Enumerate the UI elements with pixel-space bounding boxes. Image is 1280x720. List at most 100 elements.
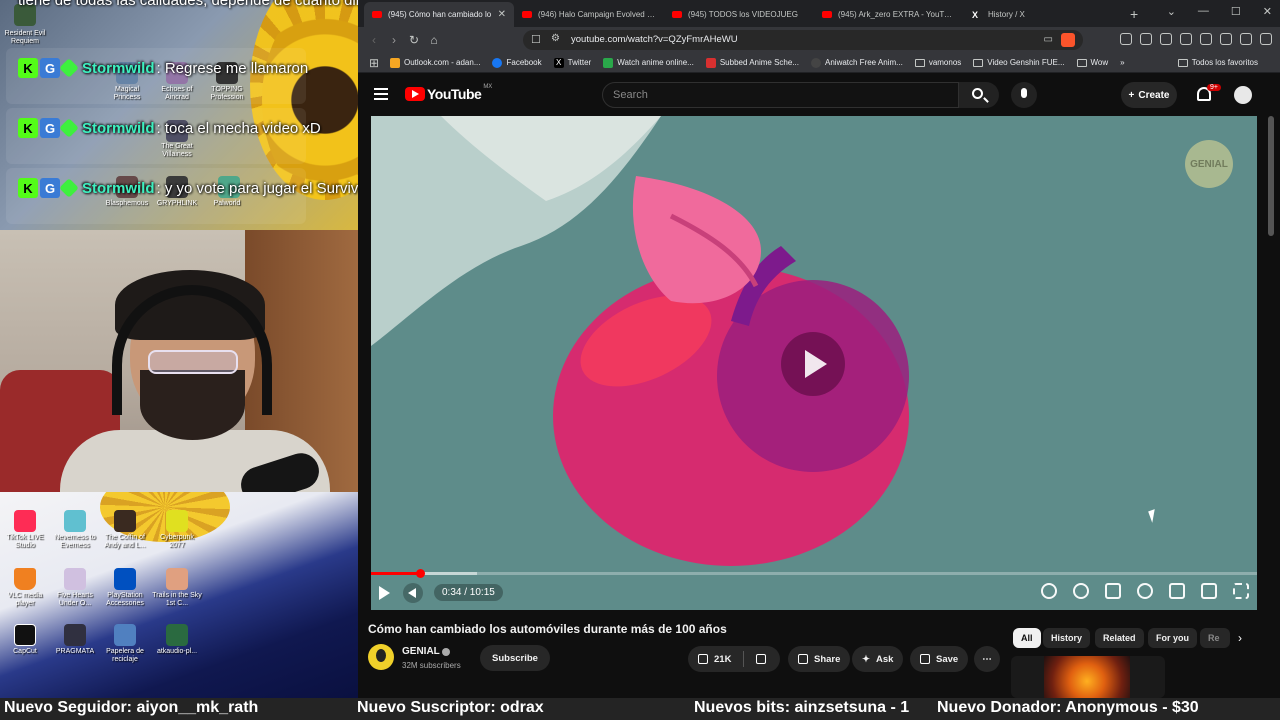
- tiktok-live-icon[interactable]: [14, 510, 36, 532]
- more-actions-icon[interactable]: ⋯: [974, 646, 1000, 672]
- bookmark-item[interactable]: Aniwatch Free Anim...: [811, 57, 903, 68]
- captions-icon[interactable]: [1105, 583, 1121, 599]
- channel-avatar[interactable]: [368, 644, 394, 670]
- menu-icon[interactable]: [1260, 33, 1272, 45]
- tab-youtube[interactable]: (946) Halo Campaign Evolved Es: [514, 2, 664, 27]
- puzzle-icon[interactable]: [1140, 33, 1152, 45]
- stream-overlay-panel: Resident Evil Requiem Magical Princess E…: [0, 0, 358, 698]
- hamburger-menu-icon[interactable]: [374, 88, 388, 103]
- recommended-video-thumbnail[interactable]: [1011, 656, 1165, 698]
- autoplay-toggle-icon[interactable]: [1073, 583, 1089, 599]
- bookmark-item[interactable]: X Twitter: [553, 57, 591, 68]
- thumbs-down-icon[interactable]: [756, 654, 767, 664]
- maximize-icon[interactable]: ☐: [1231, 5, 1241, 18]
- bookmark-folder[interactable]: vamonos: [914, 58, 961, 67]
- page-scrollbar[interactable]: [1268, 116, 1274, 236]
- apps-grid-icon[interactable]: ⊞: [366, 56, 382, 70]
- chip-all[interactable]: All: [1013, 628, 1041, 648]
- all-bookmarks-folder[interactable]: Todos los favoritos: [1177, 58, 1258, 67]
- desktop-icon[interactable]: [166, 510, 188, 532]
- tab-x[interactable]: X History / X: [964, 2, 1114, 27]
- search-button[interactable]: [959, 82, 999, 108]
- minimize-icon[interactable]: —: [1198, 5, 1209, 18]
- tab-title: (945) Cómo han cambiado lo: [388, 10, 492, 19]
- notification-count-badge: 9+: [1207, 84, 1221, 91]
- chip-related[interactable]: Related: [1095, 628, 1144, 648]
- channel-watermark[interactable]: GENIAL: [1185, 140, 1233, 188]
- chevron-right-icon[interactable]: ›: [1238, 631, 1242, 645]
- vpn-icon[interactable]: [1240, 33, 1252, 45]
- sidebar-icon[interactable]: [1180, 33, 1192, 45]
- create-button[interactable]: + Create: [1121, 82, 1177, 108]
- tab-list-icon[interactable]: ⌄: [1167, 5, 1176, 18]
- home-icon[interactable]: ⌂: [424, 33, 444, 47]
- chip-history[interactable]: History: [1043, 628, 1091, 648]
- vlc-icon[interactable]: [14, 568, 36, 590]
- subscribe-button[interactable]: Subscribe: [480, 645, 550, 671]
- bookmark-item[interactable]: Watch anime online...: [603, 57, 694, 68]
- chip-for-you[interactable]: For you: [1148, 628, 1197, 648]
- music-icon[interactable]: [1160, 33, 1172, 45]
- thumbs-up-icon[interactable]: [698, 654, 708, 664]
- chat-badges: K G Stormwild : Regrese me llamaron: [18, 58, 308, 78]
- tab-youtube-current[interactable]: (945) Cómo han cambiado lo ✕: [364, 2, 514, 27]
- cast-icon[interactable]: [1201, 583, 1217, 599]
- bookmark-label: Watch anime online...: [617, 58, 694, 67]
- bookmark-item[interactable]: Subbed Anime Sche...: [705, 57, 799, 68]
- miniplayer-icon[interactable]: [1169, 583, 1185, 599]
- play-icon[interactable]: [379, 586, 390, 600]
- progress-bar[interactable]: [371, 569, 1257, 578]
- voice-search-icon[interactable]: [1011, 82, 1037, 108]
- bookmark-item[interactable]: Outlook.com - adan...: [390, 57, 480, 68]
- video-player[interactable]: GENIAL: [371, 116, 1257, 610]
- play-overlay-icon[interactable]: [781, 332, 845, 396]
- settings-gear-icon[interactable]: [1137, 583, 1153, 599]
- tab-youtube[interactable]: (945) Ark_zero EXTRA - YouTube: [814, 2, 964, 27]
- address-bar[interactable]: ☐ ⚙ youtube.com/watch?v=QZyFmrAHeWU ▭: [523, 30, 1083, 50]
- search-input[interactable]: [613, 89, 913, 101]
- bookmarks-overflow[interactable]: »: [1120, 58, 1124, 67]
- capcut-icon[interactable]: [14, 624, 36, 646]
- close-icon[interactable]: ✕: [498, 9, 506, 20]
- desktop-icon[interactable]: [64, 510, 86, 532]
- bookmark-item[interactable]: Facebook: [492, 57, 542, 68]
- desktop-icon-label: Papelera de reciclaje: [106, 648, 144, 663]
- ad-block-shield-icon[interactable]: [1041, 583, 1057, 599]
- ask-button[interactable]: ✦ Ask: [852, 646, 904, 672]
- fullscreen-icon[interactable]: [1233, 583, 1249, 599]
- bookmark-label: Video Genshin FUE...: [987, 58, 1065, 67]
- back-icon[interactable]: ‹: [364, 33, 384, 47]
- wallet-icon[interactable]: [1200, 33, 1212, 45]
- extension-icon[interactable]: [1120, 33, 1132, 45]
- desktop-icon[interactable]: [64, 568, 86, 590]
- forward-icon[interactable]: ›: [384, 33, 404, 47]
- bookmark-folder[interactable]: Wow: [1076, 58, 1108, 67]
- recycle-bin-icon[interactable]: [114, 624, 136, 646]
- site-info-icon[interactable]: ⚙: [551, 33, 560, 44]
- desktop-icon[interactable]: [166, 568, 188, 590]
- chip-recent[interactable]: Re: [1200, 628, 1230, 648]
- desktop-icon[interactable]: [166, 624, 188, 646]
- channel-name[interactable]: GENIAL: [402, 646, 440, 657]
- save-button[interactable]: Save: [910, 646, 969, 672]
- bookmark-star-icon[interactable]: ☐: [531, 33, 541, 46]
- like-count[interactable]: 21K: [714, 654, 731, 665]
- cast-icon[interactable]: ▭: [1044, 34, 1053, 45]
- ai-icon[interactable]: [1220, 33, 1232, 45]
- progress-scrubber-handle[interactable]: [415, 569, 425, 578]
- desktop-icon[interactable]: [114, 510, 136, 532]
- reload-icon[interactable]: ↻: [404, 33, 424, 47]
- chat-message: K G Stormwild : toca el mecha video xD: [6, 108, 321, 164]
- desktop-icon[interactable]: [64, 624, 86, 646]
- volume-icon[interactable]: [403, 583, 423, 603]
- tab-youtube[interactable]: (945) TODOS los VIDEOJUEG: [664, 2, 814, 27]
- brave-shield-icon[interactable]: [1061, 33, 1075, 47]
- account-avatar[interactable]: [1234, 86, 1252, 104]
- youtube-logo[interactable]: YouTube MX: [405, 84, 492, 102]
- bookmark-folder[interactable]: Video Genshin FUE...: [973, 58, 1065, 67]
- close-window-icon[interactable]: ✕: [1263, 5, 1272, 18]
- playstation-icon[interactable]: [114, 568, 136, 590]
- share-button[interactable]: Share: [788, 646, 851, 672]
- search-box: [602, 82, 959, 108]
- new-tab-icon[interactable]: +: [1130, 6, 1138, 22]
